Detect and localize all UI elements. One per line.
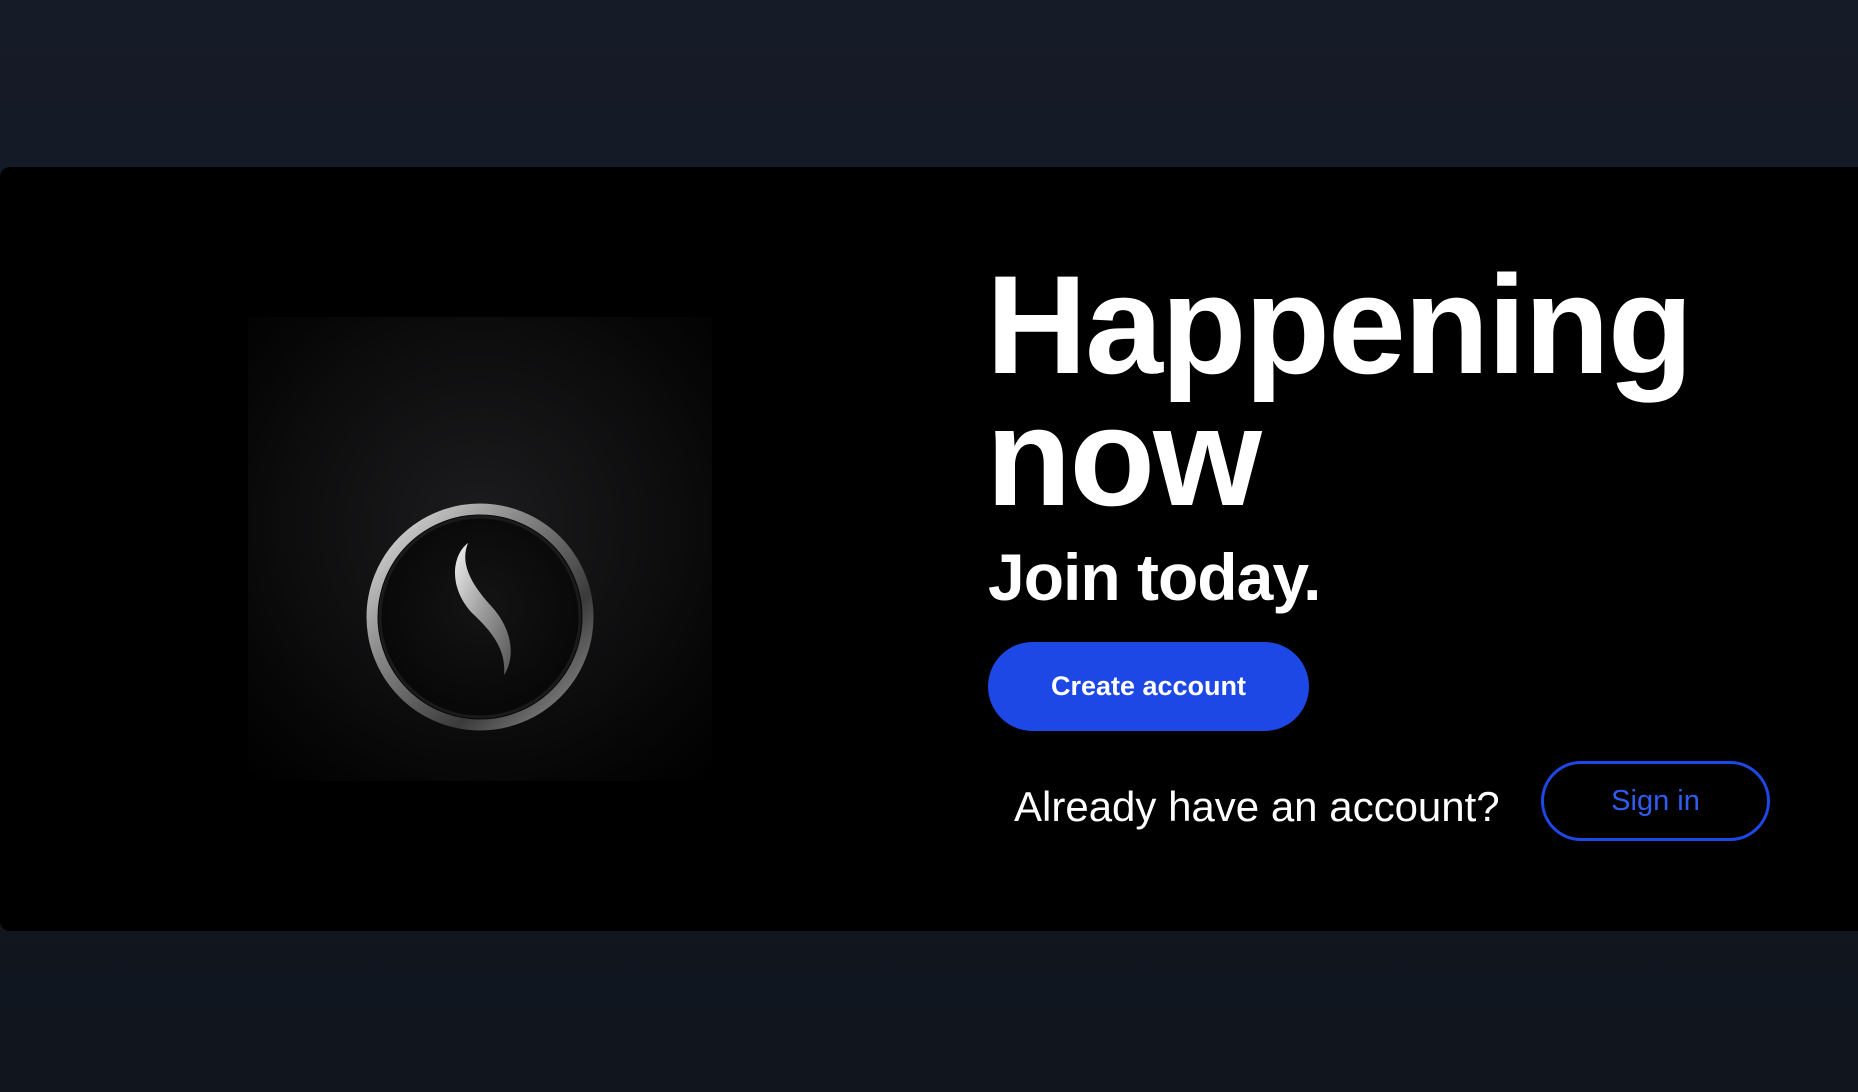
already-have-account-text: Already have an account? [1014,783,1500,830]
headline: Happening now [986,246,1693,535]
page: Happening now Join today. Create account… [0,0,1858,1092]
subheadline: Join today. [988,540,1321,614]
logo-panel [248,317,712,781]
swirl-ring-logo-icon [366,503,594,731]
sign-in-button[interactable]: Sign in [1541,761,1770,841]
create-account-button[interactable]: Create account [988,642,1309,731]
hero-card: Happening now Join today. Create account… [0,167,1858,931]
